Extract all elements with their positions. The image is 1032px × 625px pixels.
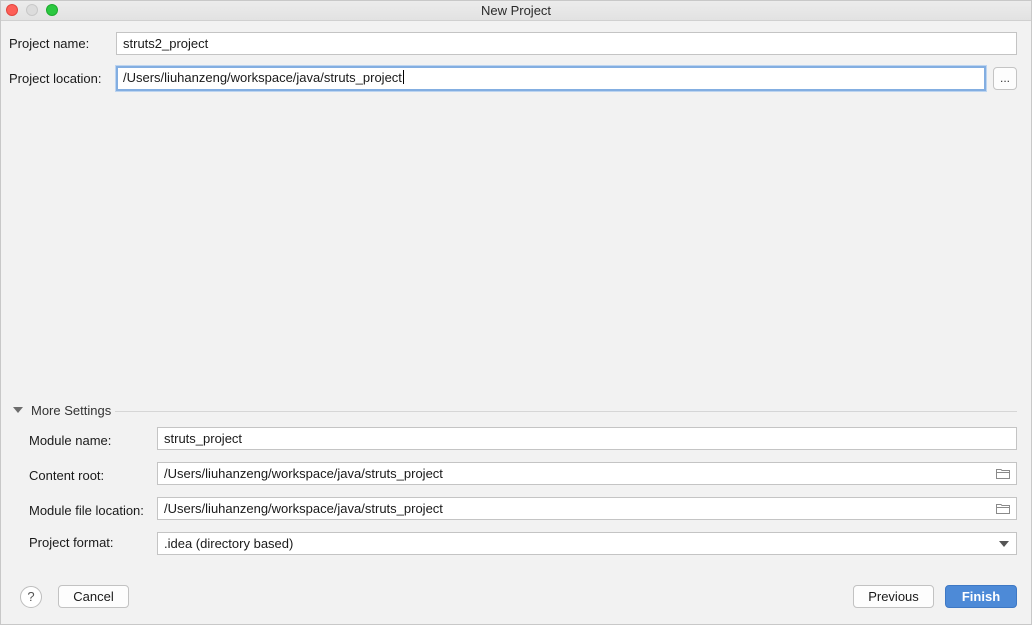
finish-button[interactable]: Finish (945, 585, 1017, 608)
browse-location-button[interactable]: ... (993, 67, 1017, 90)
content-root-label: Content root: (29, 468, 105, 483)
window-title: New Project (480, 3, 552, 18)
project-location-value: /Users/liuhanzeng/workspace/java/struts_… (123, 70, 402, 85)
project-name-input[interactable]: struts2_project (116, 32, 1017, 55)
content-root-input[interactable]: /Users/liuhanzeng/workspace/java/struts_… (157, 462, 1017, 485)
project-format-label: Project format: (29, 535, 114, 550)
project-name-label: Project name: (9, 36, 90, 51)
module-name-input[interactable]: struts_project (157, 427, 1017, 450)
text-caret (402, 70, 404, 84)
project-format-select[interactable]: .idea (directory based) (157, 532, 1017, 555)
chevron-down-icon (999, 541, 1009, 547)
module-file-location-input[interactable]: /Users/liuhanzeng/workspace/java/struts_… (157, 497, 1017, 520)
help-button[interactable]: ? (20, 586, 42, 608)
project-format-value: .idea (directory based) (164, 536, 294, 551)
triangle-down-icon (13, 407, 23, 413)
more-settings-title: More Settings (31, 403, 112, 418)
project-location-label: Project location: (9, 71, 102, 86)
section-divider (115, 411, 1017, 412)
project-location-input[interactable]: /Users/liuhanzeng/workspace/java/struts_… (116, 66, 986, 91)
project-name-value: struts2_project (123, 36, 209, 51)
folder-icon[interactable] (996, 468, 1010, 479)
module-name-label: Module name: (29, 433, 112, 448)
module-file-location-label: Module file location: (29, 503, 144, 518)
folder-icon[interactable] (996, 503, 1010, 514)
title-bar[interactable]: New Project (1, 1, 1031, 21)
content-root-value: /Users/liuhanzeng/workspace/java/struts_… (164, 466, 443, 481)
module-file-location-value: /Users/liuhanzeng/workspace/java/struts_… (164, 501, 443, 516)
previous-button[interactable]: Previous (853, 585, 934, 608)
cancel-button[interactable]: Cancel (58, 585, 129, 608)
module-name-value: struts_project (164, 431, 243, 446)
new-project-dialog: New Project Project name: struts2_projec… (0, 0, 1032, 625)
